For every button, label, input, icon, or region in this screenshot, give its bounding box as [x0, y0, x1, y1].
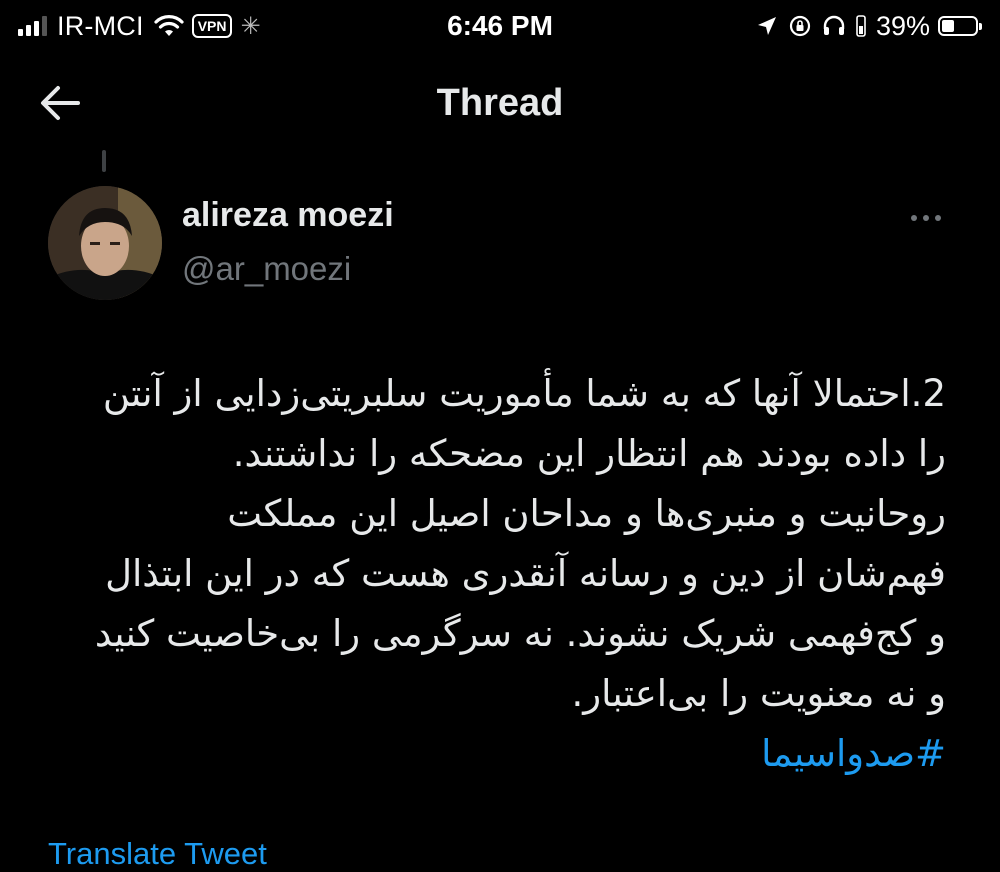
thread-header: Thread: [0, 70, 1000, 136]
headphones-icon: [823, 15, 845, 35]
location-arrow-icon: [757, 17, 776, 35]
tweet-text-line: فهم‌شان از دین و رسانه آنقدری هست که در …: [105, 552, 946, 595]
tweet-text-line: و کج‌فهمی شریک نشوند. نه سرگرمی را بی‌خا…: [94, 612, 946, 655]
translate-tweet-link[interactable]: Translate Tweet: [48, 836, 267, 872]
status-bar: IR-MCI VPN ✳ 6:46 PM 39%: [0, 0, 1000, 52]
battery-small-icon: [856, 15, 866, 37]
tweet-text-line: را داده بودند هم انتظار این مضحکه را ندا…: [232, 432, 946, 475]
battery-icon: [938, 16, 982, 36]
battery-percent: 39%: [875, 10, 930, 41]
thread-connector-line: [102, 150, 106, 172]
author-handle[interactable]: @ar_moezi: [182, 250, 351, 288]
hashtag-link[interactable]: #صدواسیما: [46, 724, 946, 784]
author-name[interactable]: alireza moezi: [182, 196, 394, 235]
tweet-text-line: روحانیت و منبری‌ها و مداحان اصیل این ممل…: [227, 492, 946, 535]
more-dots-icon[interactable]: [906, 203, 946, 233]
tweet-text-line: و نه معنویت را بی‌اعتبار.: [571, 672, 947, 715]
avatar[interactable]: [48, 186, 162, 300]
orientation-lock-icon: [789, 15, 811, 37]
tweet-text: 2.احتمالا آنها که به شما مأموریت سلبریتی…: [46, 364, 946, 784]
tweet-text-line: 2.احتمالا آنها که به شما مأموریت سلبریتی…: [102, 372, 946, 415]
page-title: Thread: [436, 82, 564, 124]
status-bar-right: 39%: [746, 8, 982, 44]
